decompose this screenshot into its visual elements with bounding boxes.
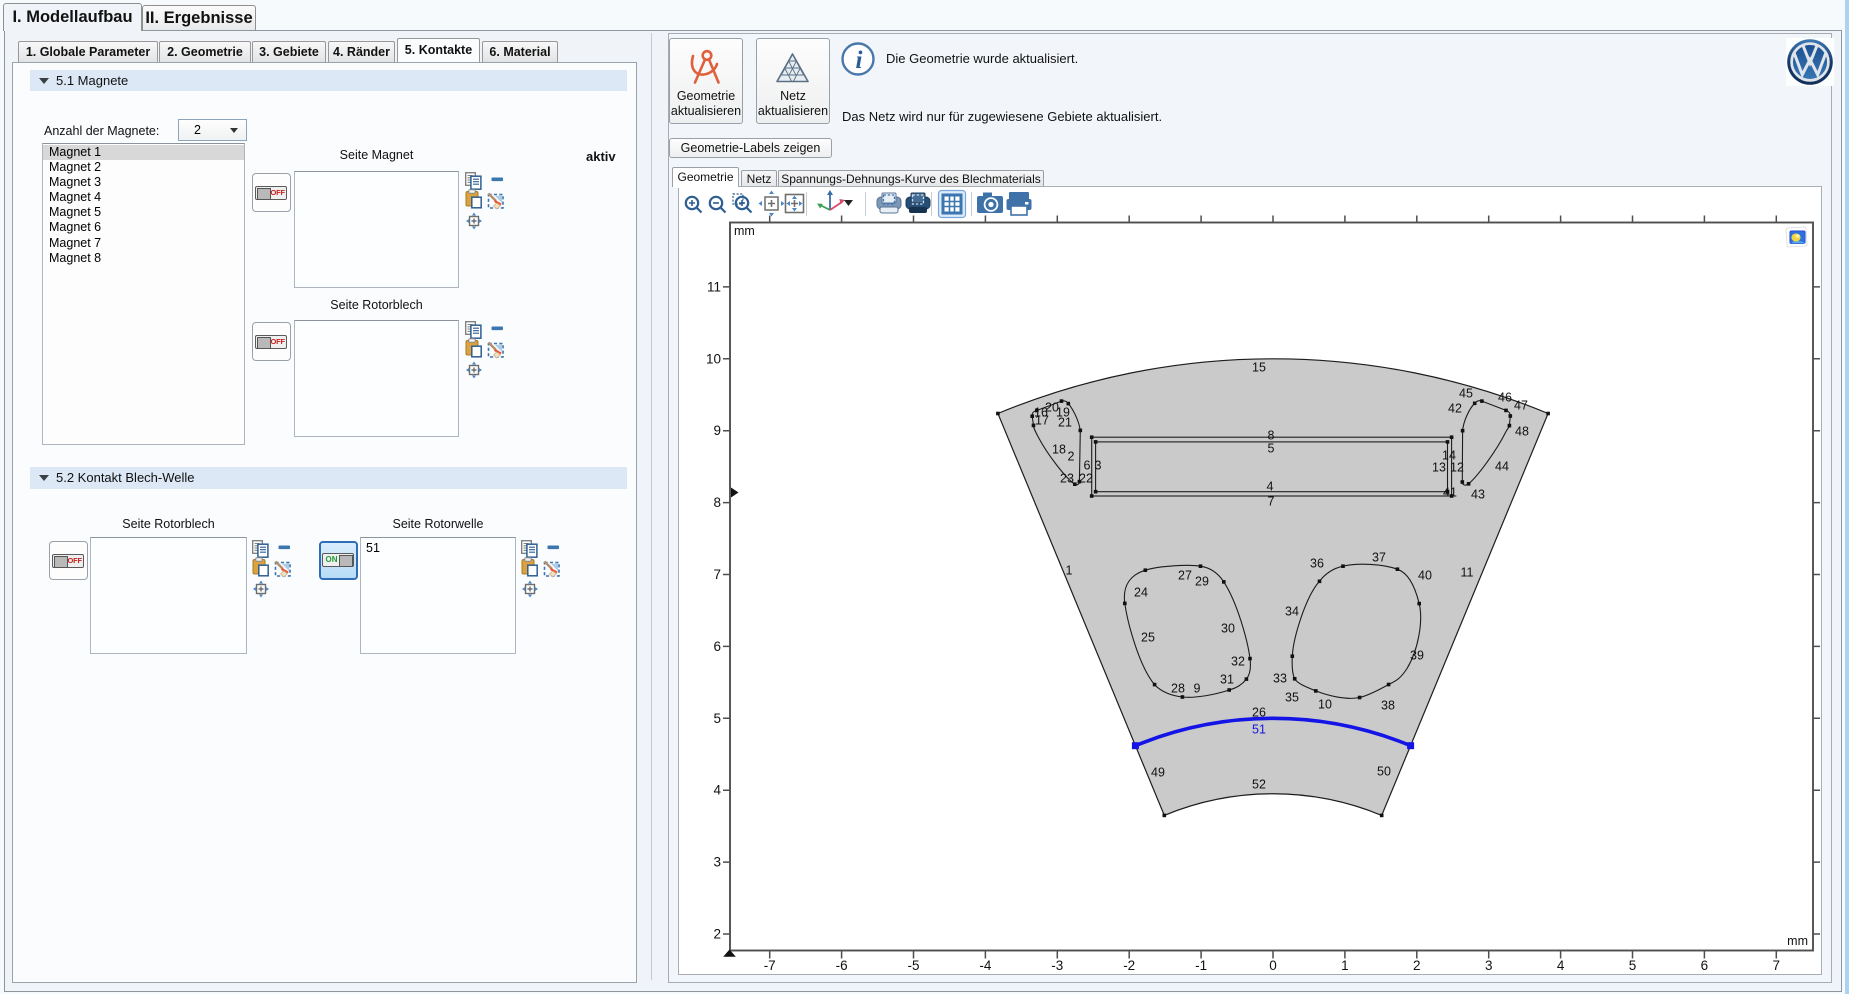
svg-text:34: 34	[1285, 605, 1299, 619]
svg-text:37: 37	[1372, 551, 1386, 565]
svg-text:-6: -6	[836, 958, 848, 973]
svg-text:31: 31	[1220, 673, 1234, 687]
svg-text:6: 6	[713, 639, 721, 654]
svg-text:29: 29	[1195, 575, 1209, 589]
svg-text:mm: mm	[734, 224, 755, 238]
svg-text:-5: -5	[907, 958, 919, 973]
svg-text:3: 3	[1485, 958, 1493, 973]
svg-text:7: 7	[1268, 495, 1275, 509]
svg-text:44: 44	[1495, 460, 1509, 474]
svg-text:11: 11	[1461, 566, 1474, 580]
svg-text:47: 47	[1514, 399, 1528, 413]
svg-text:i: i	[856, 47, 863, 74]
svg-text:32: 32	[1231, 655, 1245, 669]
svg-text:24: 24	[1134, 586, 1148, 600]
svg-text:7: 7	[713, 567, 721, 582]
svg-text:12: 12	[1450, 461, 1464, 475]
svg-text:2: 2	[1068, 450, 1075, 464]
svg-text:42: 42	[1448, 402, 1462, 416]
svg-text:-2: -2	[1123, 958, 1135, 973]
svg-text:6: 6	[1084, 459, 1091, 473]
svg-text:4: 4	[1557, 958, 1565, 973]
svg-text:8: 8	[1268, 429, 1275, 443]
svg-text:43: 43	[1471, 488, 1485, 502]
svg-text:-7: -7	[764, 958, 776, 973]
svg-text:39: 39	[1410, 649, 1424, 663]
svg-text:25: 25	[1141, 631, 1155, 645]
svg-text:40: 40	[1418, 569, 1432, 583]
svg-text:30: 30	[1221, 622, 1235, 636]
svg-text:mm: mm	[1787, 934, 1808, 948]
svg-text:51: 51	[1252, 723, 1266, 737]
svg-text:3: 3	[1095, 459, 1102, 473]
svg-text:-1: -1	[1195, 958, 1207, 973]
svg-text:Netz: Netz	[780, 89, 806, 103]
svg-text:-3: -3	[1051, 958, 1063, 973]
svg-text:48: 48	[1515, 425, 1529, 439]
svg-text:21: 21	[1058, 416, 1072, 430]
svg-text:15: 15	[1252, 361, 1266, 375]
svg-text:36: 36	[1310, 557, 1324, 571]
svg-text:45: 45	[1459, 387, 1473, 401]
svg-text:10: 10	[706, 351, 721, 366]
svg-text:9: 9	[1194, 682, 1201, 696]
svg-text:35: 35	[1285, 691, 1299, 705]
svg-text:aktualisieren: aktualisieren	[671, 104, 741, 118]
svg-text:23: 23	[1060, 472, 1074, 486]
svg-text:1: 1	[1341, 958, 1349, 973]
svg-text:9: 9	[713, 423, 721, 438]
svg-text:5: 5	[1268, 442, 1275, 456]
svg-text:11: 11	[707, 279, 721, 294]
svg-text:46: 46	[1498, 391, 1512, 405]
svg-text:13: 13	[1432, 461, 1446, 475]
svg-text:0: 0	[1269, 958, 1277, 973]
svg-text:33: 33	[1273, 672, 1287, 686]
svg-text:17: 17	[1035, 414, 1049, 428]
svg-text:Geometrie: Geometrie	[677, 89, 735, 103]
svg-text:5: 5	[713, 711, 721, 726]
svg-text:41: 41	[1443, 486, 1457, 500]
svg-text:4: 4	[1267, 480, 1274, 494]
svg-text:aktualisieren: aktualisieren	[758, 104, 828, 118]
svg-text:8: 8	[713, 495, 721, 510]
svg-text:52: 52	[1252, 778, 1266, 792]
svg-text:27: 27	[1178, 569, 1192, 583]
svg-text:3: 3	[713, 855, 721, 870]
svg-text:38: 38	[1381, 699, 1395, 713]
svg-text:18: 18	[1052, 443, 1066, 457]
svg-text:22: 22	[1079, 472, 1093, 486]
svg-text:10: 10	[1318, 698, 1332, 712]
svg-text:26: 26	[1252, 706, 1266, 720]
svg-text:7: 7	[1773, 958, 1781, 973]
svg-text:28: 28	[1171, 682, 1185, 696]
svg-text:49: 49	[1151, 766, 1165, 780]
svg-text:6: 6	[1701, 958, 1709, 973]
svg-text:1: 1	[1066, 564, 1073, 578]
svg-text:2: 2	[713, 927, 721, 942]
svg-text:5: 5	[1629, 958, 1637, 973]
svg-text:2: 2	[1413, 958, 1421, 973]
svg-text:50: 50	[1377, 765, 1391, 779]
svg-text:-4: -4	[979, 958, 991, 973]
svg-text:4: 4	[713, 783, 721, 798]
